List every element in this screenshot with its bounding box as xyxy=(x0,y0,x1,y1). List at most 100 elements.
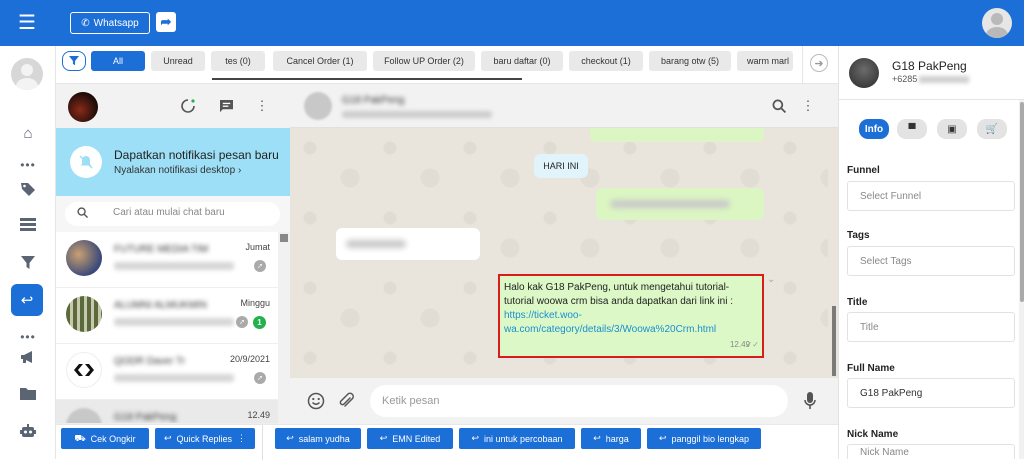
chip-warm[interactable]: warm marl xyxy=(737,51,793,71)
tab-notes[interactable]: ▀ xyxy=(897,119,927,139)
notification-banner[interactable]: Dapatkan notifikasi pesan baru Nyalakan … xyxy=(56,128,290,196)
message-bubble-outgoing[interactable] xyxy=(596,188,764,220)
menu-icon[interactable]: ☰ xyxy=(18,13,36,33)
quick-reply-ini-untuk-percobaan[interactable]: ↩ ini untuk percobaan xyxy=(459,428,575,449)
reply-icon: ↩ xyxy=(471,433,479,443)
quick-reply-label: salam yudha xyxy=(298,433,350,444)
cek-ongkir-button[interactable]: ⛟ Cek Ongkir xyxy=(61,428,149,449)
bell-off-icon xyxy=(70,146,102,178)
quick-reply-emn-edited[interactable]: ↩ EMN Edited xyxy=(367,428,453,449)
robot-icon[interactable] xyxy=(19,422,37,440)
title-field[interactable] xyxy=(847,312,1015,342)
chips-scrollbar[interactable] xyxy=(212,78,522,80)
search-input[interactable] xyxy=(113,207,273,218)
chip-unread[interactable]: Unread xyxy=(151,51,205,71)
filter-toggle-button[interactable] xyxy=(62,51,86,71)
tags-icon[interactable] xyxy=(19,180,37,198)
funnel-select[interactable] xyxy=(847,181,1015,211)
message-bubble-outgoing[interactable] xyxy=(590,128,764,142)
emoji-icon[interactable] xyxy=(306,391,326,411)
more-dots-icon[interactable]: ••• xyxy=(20,159,36,171)
contact-avatar[interactable] xyxy=(304,92,332,120)
chip-cancel-order[interactable]: Cancel Order (1) xyxy=(273,51,367,71)
quick-reply-label: ini untuk percobaan xyxy=(483,433,563,444)
microphone-icon[interactable] xyxy=(800,391,820,411)
search-icon[interactable] xyxy=(771,98,787,114)
tab-orders[interactable]: 🛒 xyxy=(977,119,1007,139)
quick-reply-label: panggil bio lengkap xyxy=(671,433,750,444)
chat-list-scrollbar[interactable] xyxy=(278,232,290,424)
chat-preview xyxy=(114,318,234,326)
message-link[interactable]: https://ticket.woo-wa.com/category/detai… xyxy=(504,310,716,335)
chat-list-panel: ⋮ Dapatkan notifikasi pesan baru Nyalaka… xyxy=(56,84,290,424)
message-bubble-highlighted[interactable]: Halo kak G18 PakPeng, untuk mengetahui t… xyxy=(498,274,764,358)
chat-avatar xyxy=(66,240,102,276)
funnel-icon[interactable] xyxy=(19,254,37,272)
quick-reply-harga[interactable]: ↩ harga xyxy=(581,428,641,449)
notification-title: Dapatkan notifikasi pesan baru xyxy=(114,148,279,162)
share-button[interactable]: ➦ xyxy=(156,12,176,32)
whatsapp-icon: ✆ xyxy=(81,17,90,29)
chat-bubble-icon: ▀ xyxy=(908,123,916,135)
reply-nav-button[interactable]: ↩ xyxy=(11,284,43,316)
tags-select[interactable] xyxy=(847,246,1015,276)
chat-item[interactable]: FUTURE MEDIA TIM Jumat ➚ xyxy=(56,232,278,288)
fullname-label: Full Name xyxy=(847,363,895,374)
tab-media[interactable]: ▣ xyxy=(937,119,967,139)
scrollbar-thumb[interactable] xyxy=(280,234,288,242)
fullname-field[interactable] xyxy=(847,378,1015,408)
chip-baru-daftar[interactable]: baru daftar (0) xyxy=(481,51,563,71)
quick-reply-salam-yudha[interactable]: ↩ salam yudha xyxy=(275,428,361,449)
chat-avatar xyxy=(66,296,102,332)
chip-all[interactable]: All xyxy=(91,51,145,71)
contact-avatar xyxy=(849,58,879,88)
tab-info[interactable]: Info xyxy=(859,119,889,139)
chat-avatar xyxy=(66,408,102,423)
chat-item[interactable]: QODR Daver Tr 20/9/2021 ➚ xyxy=(56,344,278,400)
folder-icon[interactable] xyxy=(19,384,37,402)
scrollbar-thumb[interactable] xyxy=(1020,102,1024,302)
left-nav: ⌂ ••• ↩ ••• xyxy=(0,46,56,459)
kebab-menu-icon[interactable]: ⋮ xyxy=(800,98,816,114)
attach-icon[interactable] xyxy=(336,391,356,411)
message-text: Halo kak G18 PakPeng, untuk mengetahui t… xyxy=(504,282,734,307)
message-bubble-incoming[interactable] xyxy=(336,228,480,260)
image-icon: ▣ xyxy=(947,123,957,135)
nickname-field[interactable] xyxy=(847,444,1015,459)
message-input[interactable] xyxy=(370,385,788,417)
kebab-menu-icon[interactable]: ⋮ xyxy=(254,98,270,114)
search-box xyxy=(65,202,280,226)
home-icon[interactable]: ⌂ xyxy=(19,124,37,142)
chat-item[interactable]: ALUMNI ALMUKMIN Minggu ➚ 1 xyxy=(56,288,278,344)
chips-next-icon[interactable]: ➜ xyxy=(810,54,828,72)
chevron-down-icon[interactable]: ⌄ xyxy=(767,274,775,285)
chip-barang-otw[interactable]: barang otw (5) xyxy=(649,51,731,71)
new-chat-icon[interactable] xyxy=(218,98,234,114)
conversation-panel: G18 PakPeng ⋮ HARI INI Halo kak G18 PakP… xyxy=(290,84,838,424)
quick-reply-panggil-bio-lengkap[interactable]: ↩ panggil bio lengkap xyxy=(647,428,761,449)
cek-ongkir-label: Cek Ongkir xyxy=(90,433,136,444)
megaphone-icon[interactable] xyxy=(19,348,37,366)
contact-name[interactable]: G18 PakPeng xyxy=(342,95,412,105)
more-dots-icon[interactable]: ••• xyxy=(20,331,36,343)
nav-avatar[interactable] xyxy=(11,58,43,90)
chat-item-selected[interactable]: G18 PakPeng 12.49 xyxy=(56,400,278,424)
chat-list-header: ⋮ xyxy=(56,84,290,128)
chip-checkout[interactable]: checkout (1) xyxy=(569,51,643,71)
chat-preview xyxy=(114,374,234,382)
account-avatar[interactable] xyxy=(68,92,98,122)
nickname-label: Nick Name xyxy=(847,429,899,440)
chip-tes[interactable]: tes (0) xyxy=(211,51,265,71)
chip-follow-up-order[interactable]: Follow UP Order (2) xyxy=(373,51,475,71)
list-icon[interactable] xyxy=(19,216,37,234)
quick-replies-label: Quick Replies xyxy=(176,433,233,444)
contact-phone: +6285 xyxy=(892,74,970,84)
quick-replies-button[interactable]: ↩ Quick Replies ⋮ xyxy=(155,428,255,449)
notification-subtitle[interactable]: Nyalakan notifikasi desktop › xyxy=(114,165,241,176)
top-bar: ☰ ✆ Whatsapp ➦ xyxy=(0,0,1024,46)
whatsapp-button[interactable]: ✆ Whatsapp xyxy=(70,12,150,34)
scrollbar-thumb[interactable] xyxy=(832,306,836,376)
double-check-icon: ✓✓ xyxy=(745,340,759,349)
user-avatar[interactable] xyxy=(982,8,1012,38)
status-icon[interactable] xyxy=(180,98,196,114)
